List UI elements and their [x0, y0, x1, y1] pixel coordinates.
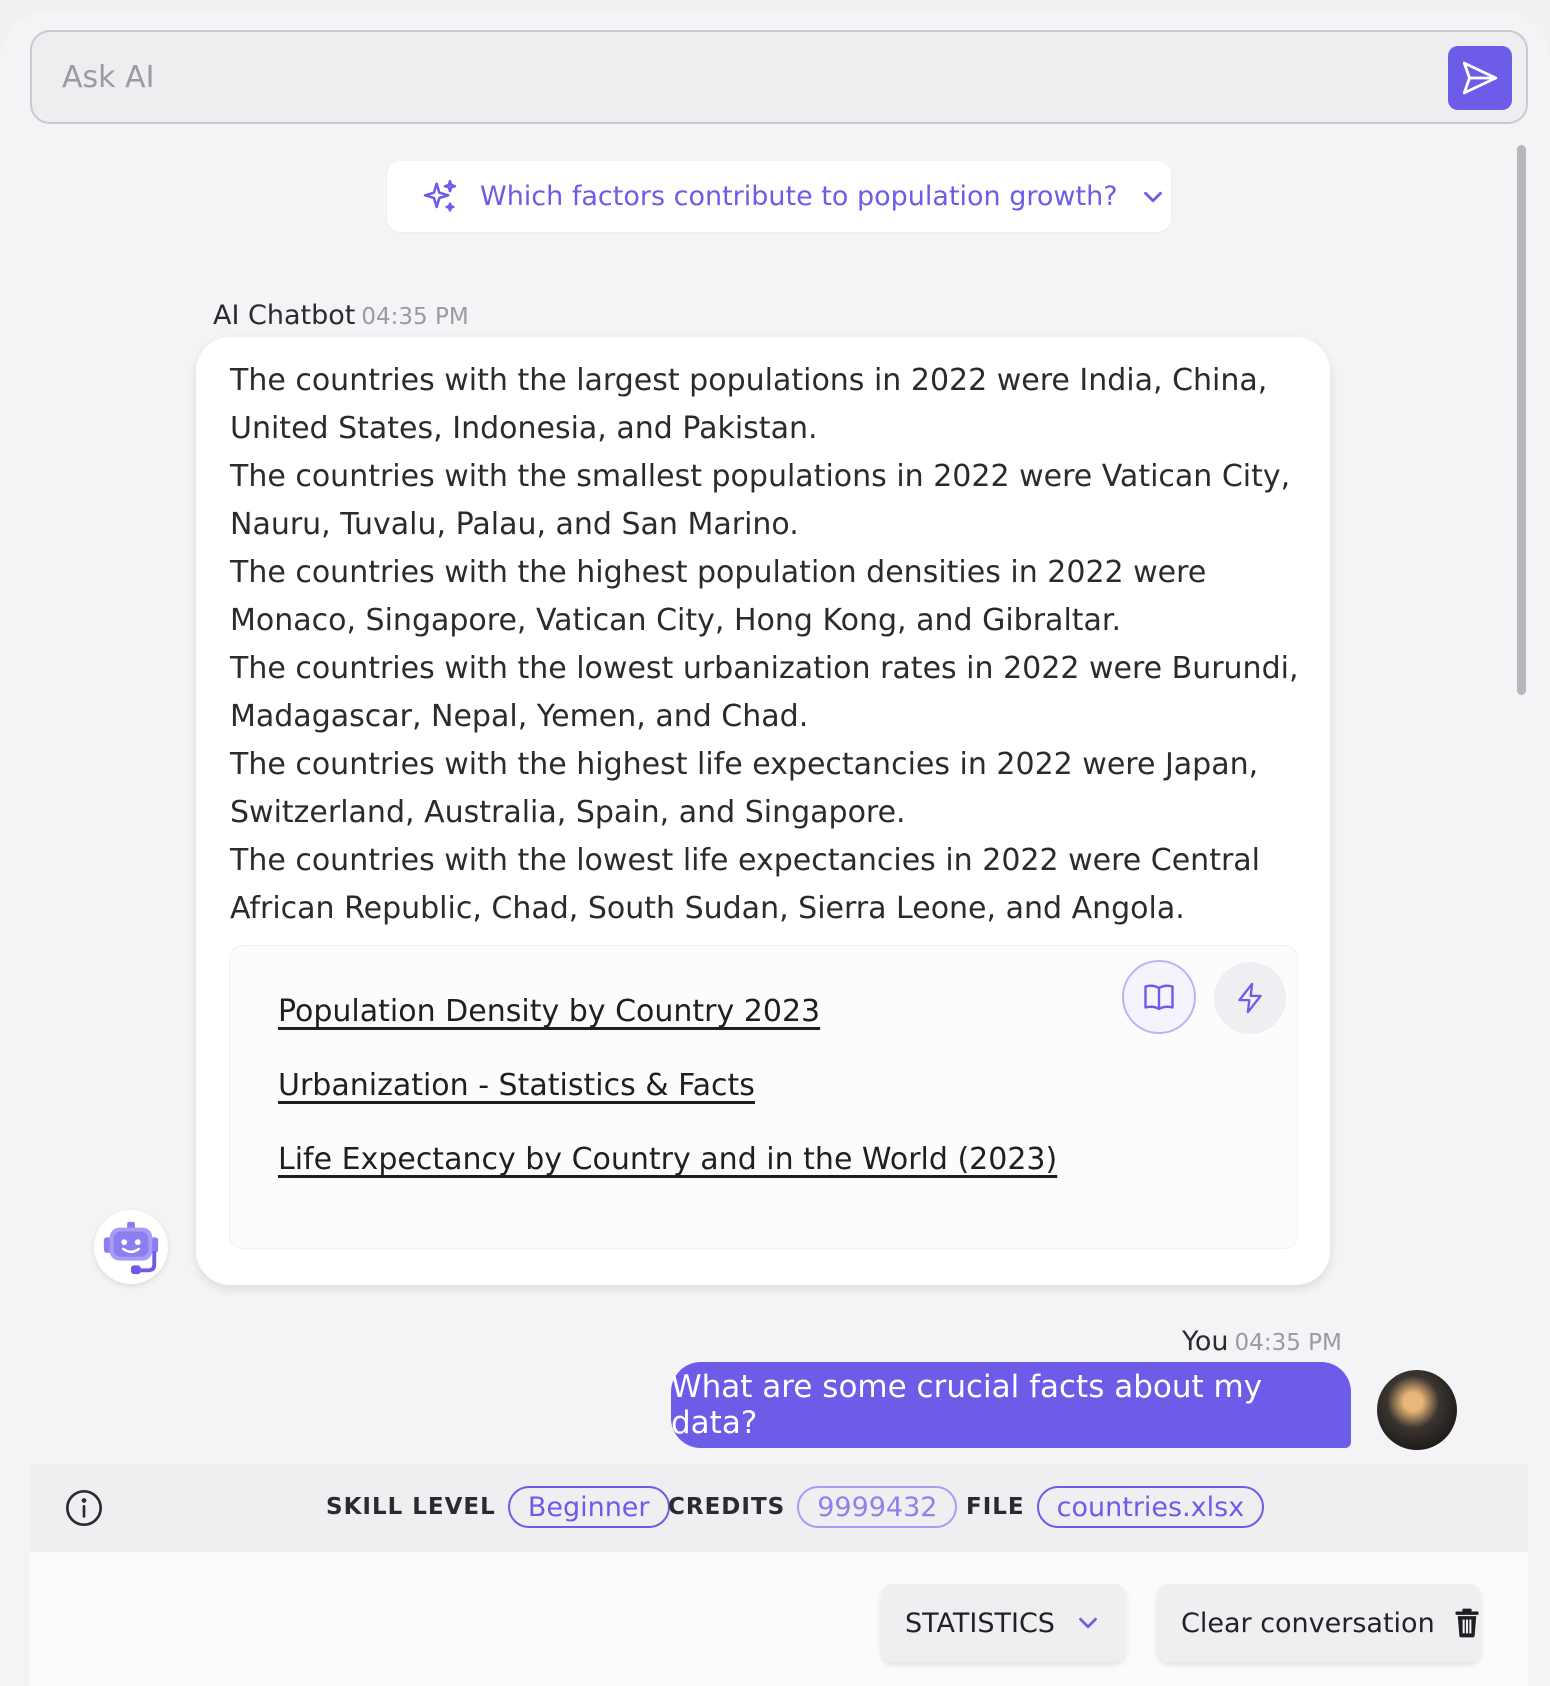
bot-paragraph: The countries with the highest populatio… [230, 555, 1207, 638]
ask-bar [30, 30, 1528, 124]
user-message-time: 04:35 PM [1234, 1330, 1342, 1356]
book-icon [1144, 984, 1174, 1011]
skill-level-label: SKILL LEVEL [326, 1494, 496, 1520]
send-icon [1462, 61, 1498, 95]
clear-conversation-button[interactable]: Clear conversation [1157, 1584, 1481, 1662]
bot-paragraph: The countries with the highest life expe… [230, 747, 1259, 830]
bot-message-meta: AI Chatbot 04:35 PM [213, 300, 469, 331]
quick-actions-button[interactable] [1214, 962, 1286, 1034]
status-bar: SKILL LEVEL Beginner CREDITS 9999432 FIL… [30, 1464, 1528, 1552]
file-badge[interactable]: countries.xlsx [1036, 1486, 1265, 1528]
trash-icon [1455, 1608, 1479, 1638]
bot-paragraph: The countries with the lowest life expec… [230, 843, 1261, 926]
statistics-dropdown[interactable]: STATISTICS [881, 1584, 1126, 1662]
references-card: Population Density by Country 2023 Urban… [229, 945, 1298, 1249]
bot-message-text: The countries with the largest populatio… [230, 357, 1310, 933]
bot-paragraph: The countries with the lowest urbanizati… [230, 651, 1299, 734]
credits-label: CREDITS [668, 1494, 786, 1520]
bot-message-bubble: The countries with the largest populatio… [196, 337, 1330, 1285]
reference-link[interactable]: Life Expectancy by Country and in the Wo… [278, 1142, 1057, 1177]
clear-conversation-label: Clear conversation [1181, 1607, 1435, 1639]
file-label: FILE [966, 1494, 1025, 1520]
chevron-down-icon [1143, 191, 1162, 202]
conversation-area[interactable]: Which factors contribute to population g… [30, 124, 1528, 1464]
user-sender-name: You [1182, 1326, 1229, 1357]
sources-button[interactable] [1122, 960, 1196, 1034]
user-message-text: What are some crucial facts about my dat… [671, 1369, 1263, 1441]
user-message-meta: You 04:35 PM [1182, 1326, 1342, 1357]
file-group: FILE countries.xlsx [966, 1486, 1265, 1528]
bot-sender-name: AI Chatbot [213, 300, 356, 331]
info-icon[interactable] [64, 1488, 104, 1528]
user-message-bubble: What are some crucial facts about my dat… [671, 1362, 1351, 1448]
bot-paragraph: The countries with the largest populatio… [230, 363, 1268, 446]
suggested-question-button[interactable]: Which factors contribute to population g… [387, 161, 1171, 232]
statistics-dropdown-label: STATISTICS [905, 1607, 1055, 1639]
reference-link[interactable]: Population Density by Country 2023 [278, 994, 820, 1029]
bot-paragraph: The countries with the smallest populati… [230, 459, 1291, 542]
lightning-icon [1238, 982, 1262, 1014]
robot-icon [103, 1221, 159, 1275]
bot-avatar [94, 1210, 168, 1284]
credits-badge: 9999432 [797, 1486, 958, 1528]
user-avatar [1377, 1370, 1457, 1450]
skill-level-badge[interactable]: Beginner [507, 1486, 670, 1528]
bot-message-time: 04:35 PM [361, 304, 469, 330]
suggested-question-label: Which factors contribute to population g… [480, 181, 1118, 212]
footer: STATISTICS Clear conversation [30, 1552, 1528, 1686]
credits-group: CREDITS 9999432 [668, 1486, 958, 1528]
scrollbar-thumb[interactable] [1517, 145, 1526, 695]
skill-level-group: SKILL LEVEL Beginner [326, 1486, 670, 1528]
send-button[interactable] [1448, 46, 1512, 110]
sparkle-icon [423, 179, 457, 212]
chevron-down-icon [1079, 1617, 1097, 1629]
reference-link[interactable]: Urbanization - Statistics & Facts [278, 1068, 755, 1103]
ask-input[interactable] [62, 52, 1402, 102]
